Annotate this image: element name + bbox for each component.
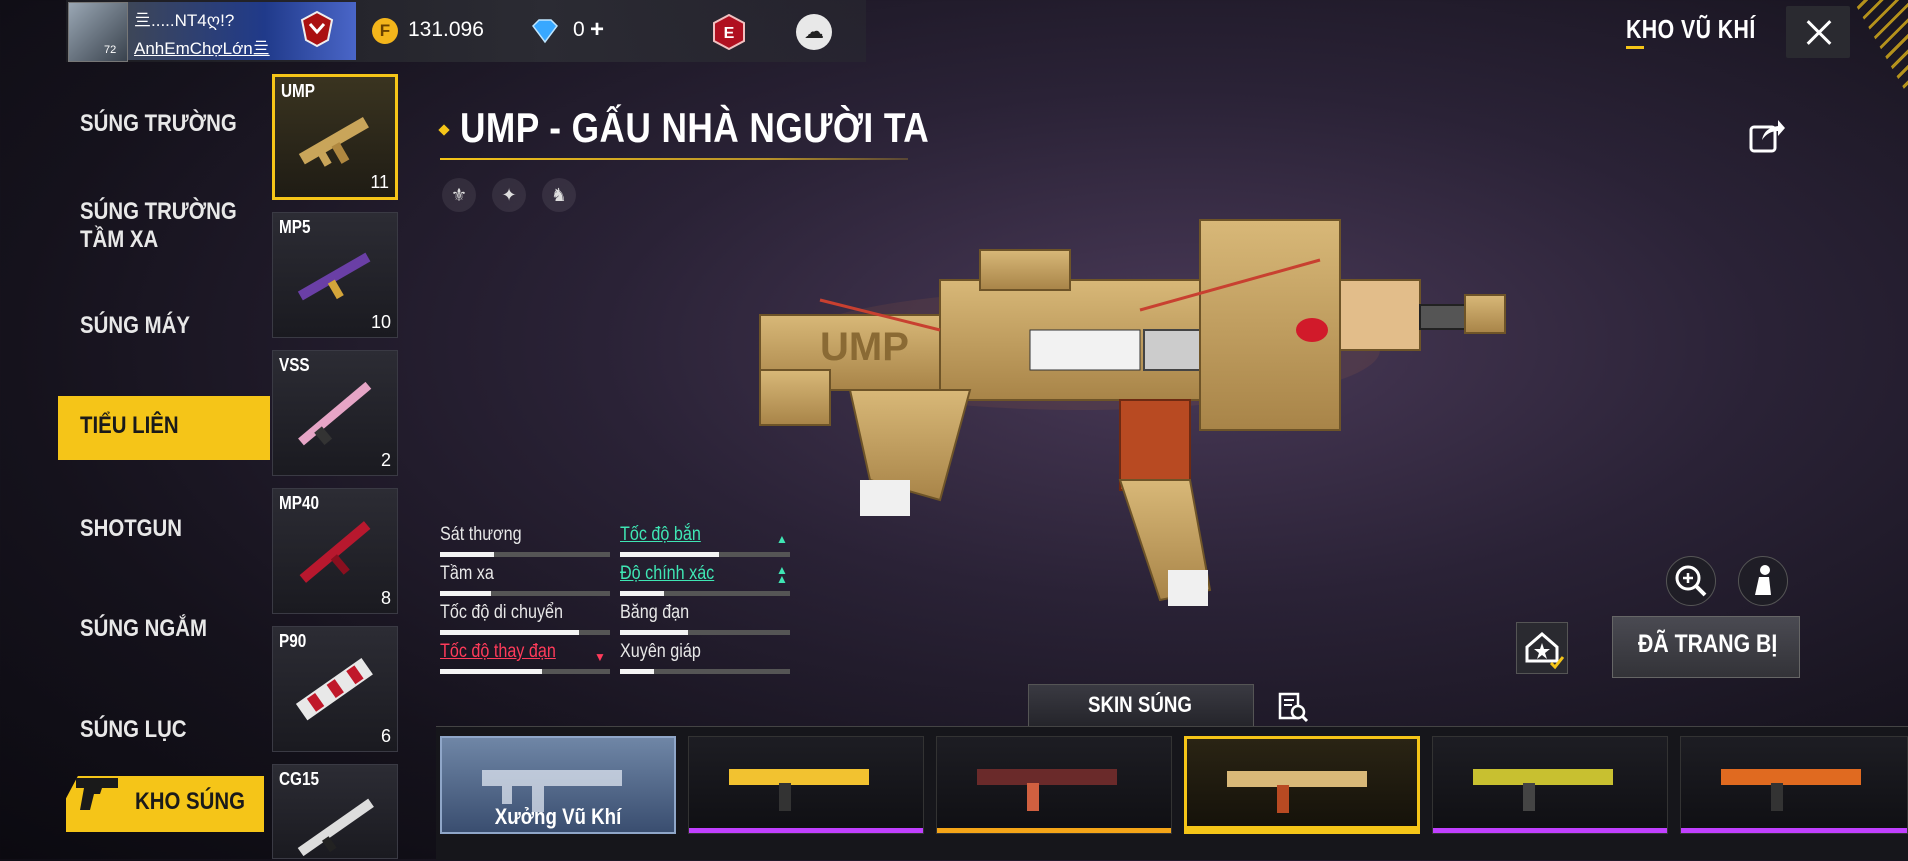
weapon-item-vss[interactable]: VSS 2 — [272, 350, 398, 476]
weapon-thumbnail — [297, 798, 374, 857]
weapon-thumbnail — [297, 252, 371, 301]
category-sung-truong[interactable]: SÚNG TRƯỜNG — [80, 110, 237, 138]
stat-label-damage: Sát thương — [440, 524, 522, 545]
stat-bar-magazine — [620, 630, 790, 635]
stat-bar-accuracy — [620, 591, 790, 596]
category-sung-luc[interactable]: SÚNG LỤC — [80, 716, 187, 744]
skin-thumbnail — [1473, 769, 1613, 811]
player-level: 72 — [104, 44, 117, 56]
elite-pass-icon[interactable]: E — [712, 14, 746, 50]
stat-bar-fire-rate — [620, 552, 790, 557]
player-avatar[interactable] — [68, 2, 128, 62]
weapon-name: MP40 — [279, 493, 319, 513]
lobby-display-icon[interactable] — [1516, 622, 1568, 674]
category-shotgun[interactable]: SHOTGUN — [80, 515, 182, 543]
weapon-thumbnail — [295, 658, 373, 721]
skin-card-workshop-label: Xưởng Vũ Khí — [494, 804, 622, 829]
skin-thumbnail — [977, 769, 1117, 811]
gold-coin-icon: F — [372, 18, 398, 44]
rank-badge-icon — [300, 10, 334, 48]
skin-card-3[interactable] — [936, 736, 1172, 834]
weapon-name: P90 — [279, 631, 307, 651]
pistol-icon — [76, 778, 118, 810]
skin-rarity-bar — [1681, 828, 1907, 833]
weapon-count: 10 — [370, 312, 391, 332]
stat-up-icon: ▲ — [776, 532, 788, 546]
category-tieu-lien[interactable]: TIỂU LIÊN — [80, 412, 179, 440]
weapon-count: 8 — [380, 588, 391, 608]
skin-rarity-bar — [689, 828, 923, 833]
skin-thumbnail — [1227, 771, 1367, 813]
skin-rarity-bar — [1187, 826, 1417, 831]
stat-down-icon: ▼ — [594, 650, 606, 664]
diamond-topup-button[interactable]: + — [590, 16, 604, 44]
weapon-count: 6 — [380, 726, 391, 746]
stat-label-move-speed: Tốc độ di chuyển — [440, 602, 563, 623]
page-title: KHO VŨ KHÍ — [1626, 14, 1756, 44]
title-underline — [440, 158, 908, 160]
weapon-name: UMP — [281, 81, 315, 101]
stat-double-up-icon: ▲ ▲ — [776, 563, 788, 586]
armory-button-label: KHO SÚNG — [135, 788, 245, 815]
soldier-attribute-icon[interactable]: ♞ — [542, 178, 576, 212]
category-sung-truong-tam-xa[interactable]: SÚNG TRƯỜNG TẦM XA — [80, 198, 237, 254]
close-button[interactable] — [1786, 6, 1850, 58]
title-marker-icon — [438, 124, 450, 136]
zoom-in-icon[interactable] — [1666, 556, 1716, 606]
eagle-attribute-icon[interactable]: ✦ — [492, 178, 526, 212]
skin-search-icon[interactable] — [1276, 690, 1310, 724]
gold-amount: 131.096 — [408, 18, 484, 41]
weapon-item-mp40[interactable]: MP40 8 — [272, 488, 398, 614]
weapon-item-p90[interactable]: P90 6 — [272, 626, 398, 752]
stat-label-accuracy: Độ chính xác — [620, 563, 715, 584]
skin-card-6[interactable] — [1680, 736, 1908, 834]
page-title-underline — [1626, 46, 1644, 49]
skin-card-5[interactable] — [1432, 736, 1668, 834]
weapon-thumbnail — [298, 116, 369, 167]
stat-label-reload-speed: Tốc độ thay đạn — [440, 641, 556, 662]
weapon-count: 2 — [380, 450, 391, 470]
rank-attribute-icon[interactable]: ⚜ — [442, 178, 476, 212]
stat-label-armor-pen: Xuyên giáp — [620, 641, 701, 662]
stat-bar-range — [440, 591, 610, 596]
player-name-top: 亖.....NT4ღ!? — [134, 11, 235, 30]
skin-rarity-bar — [937, 828, 1171, 833]
player-name: AnhEmChợLớn亖 — [134, 39, 270, 58]
diamond-amount: 0 — [573, 18, 585, 41]
character-pose-icon[interactable] — [1738, 556, 1788, 606]
svg-text:E: E — [724, 25, 735, 42]
stat-label-fire-rate: Tốc độ bắn — [620, 524, 701, 545]
skin-card-2[interactable] — [688, 736, 924, 834]
weapon-item-ump[interactable]: UMP 11 — [272, 74, 398, 200]
skin-card-selected[interactable] — [1184, 736, 1420, 834]
stat-label-magazine: Băng đạn — [620, 602, 690, 623]
weapon-name: VSS — [279, 355, 310, 375]
tab-weapon-skins-label: SKIN SÚNG — [1088, 692, 1192, 717]
equipped-button-label: ĐÃ TRANG BỊ — [1638, 630, 1778, 658]
weapon-name: CG15 — [279, 769, 319, 789]
stat-bar-armor-pen — [620, 669, 790, 674]
category-sung-may[interactable]: SÚNG MÁY — [80, 312, 190, 340]
cloud-upload-icon[interactable]: ☁ — [796, 14, 832, 50]
skin-rarity-bar — [1433, 828, 1667, 833]
stat-bar-reload-speed — [440, 669, 610, 674]
category-sung-ngam[interactable]: SÚNG NGẮM — [80, 615, 207, 643]
stat-bar-move-speed — [440, 630, 610, 635]
weapon-name: MP5 — [279, 217, 311, 237]
weapon-thumbnail — [298, 381, 372, 446]
share-icon[interactable] — [1748, 116, 1786, 154]
weapon-count: 11 — [370, 172, 389, 192]
selected-weapon-title: UMP - GẤU NHÀ NGƯỜI TA — [460, 104, 930, 151]
stat-bar-damage — [440, 552, 610, 557]
gun-decal-ump: UMP — [820, 325, 909, 369]
weapon-thumbnail — [299, 521, 371, 583]
skin-thumbnail — [729, 769, 869, 811]
weapon-preview[interactable]: UMP — [740, 180, 1520, 620]
stat-label-range: Tầm xa — [440, 563, 494, 584]
skin-thumbnail — [1721, 769, 1861, 811]
weapon-item-mp5[interactable]: MP5 10 — [272, 212, 398, 338]
weapon-item-cg15[interactable]: CG15 — [272, 764, 398, 859]
diamond-icon — [532, 19, 558, 44]
